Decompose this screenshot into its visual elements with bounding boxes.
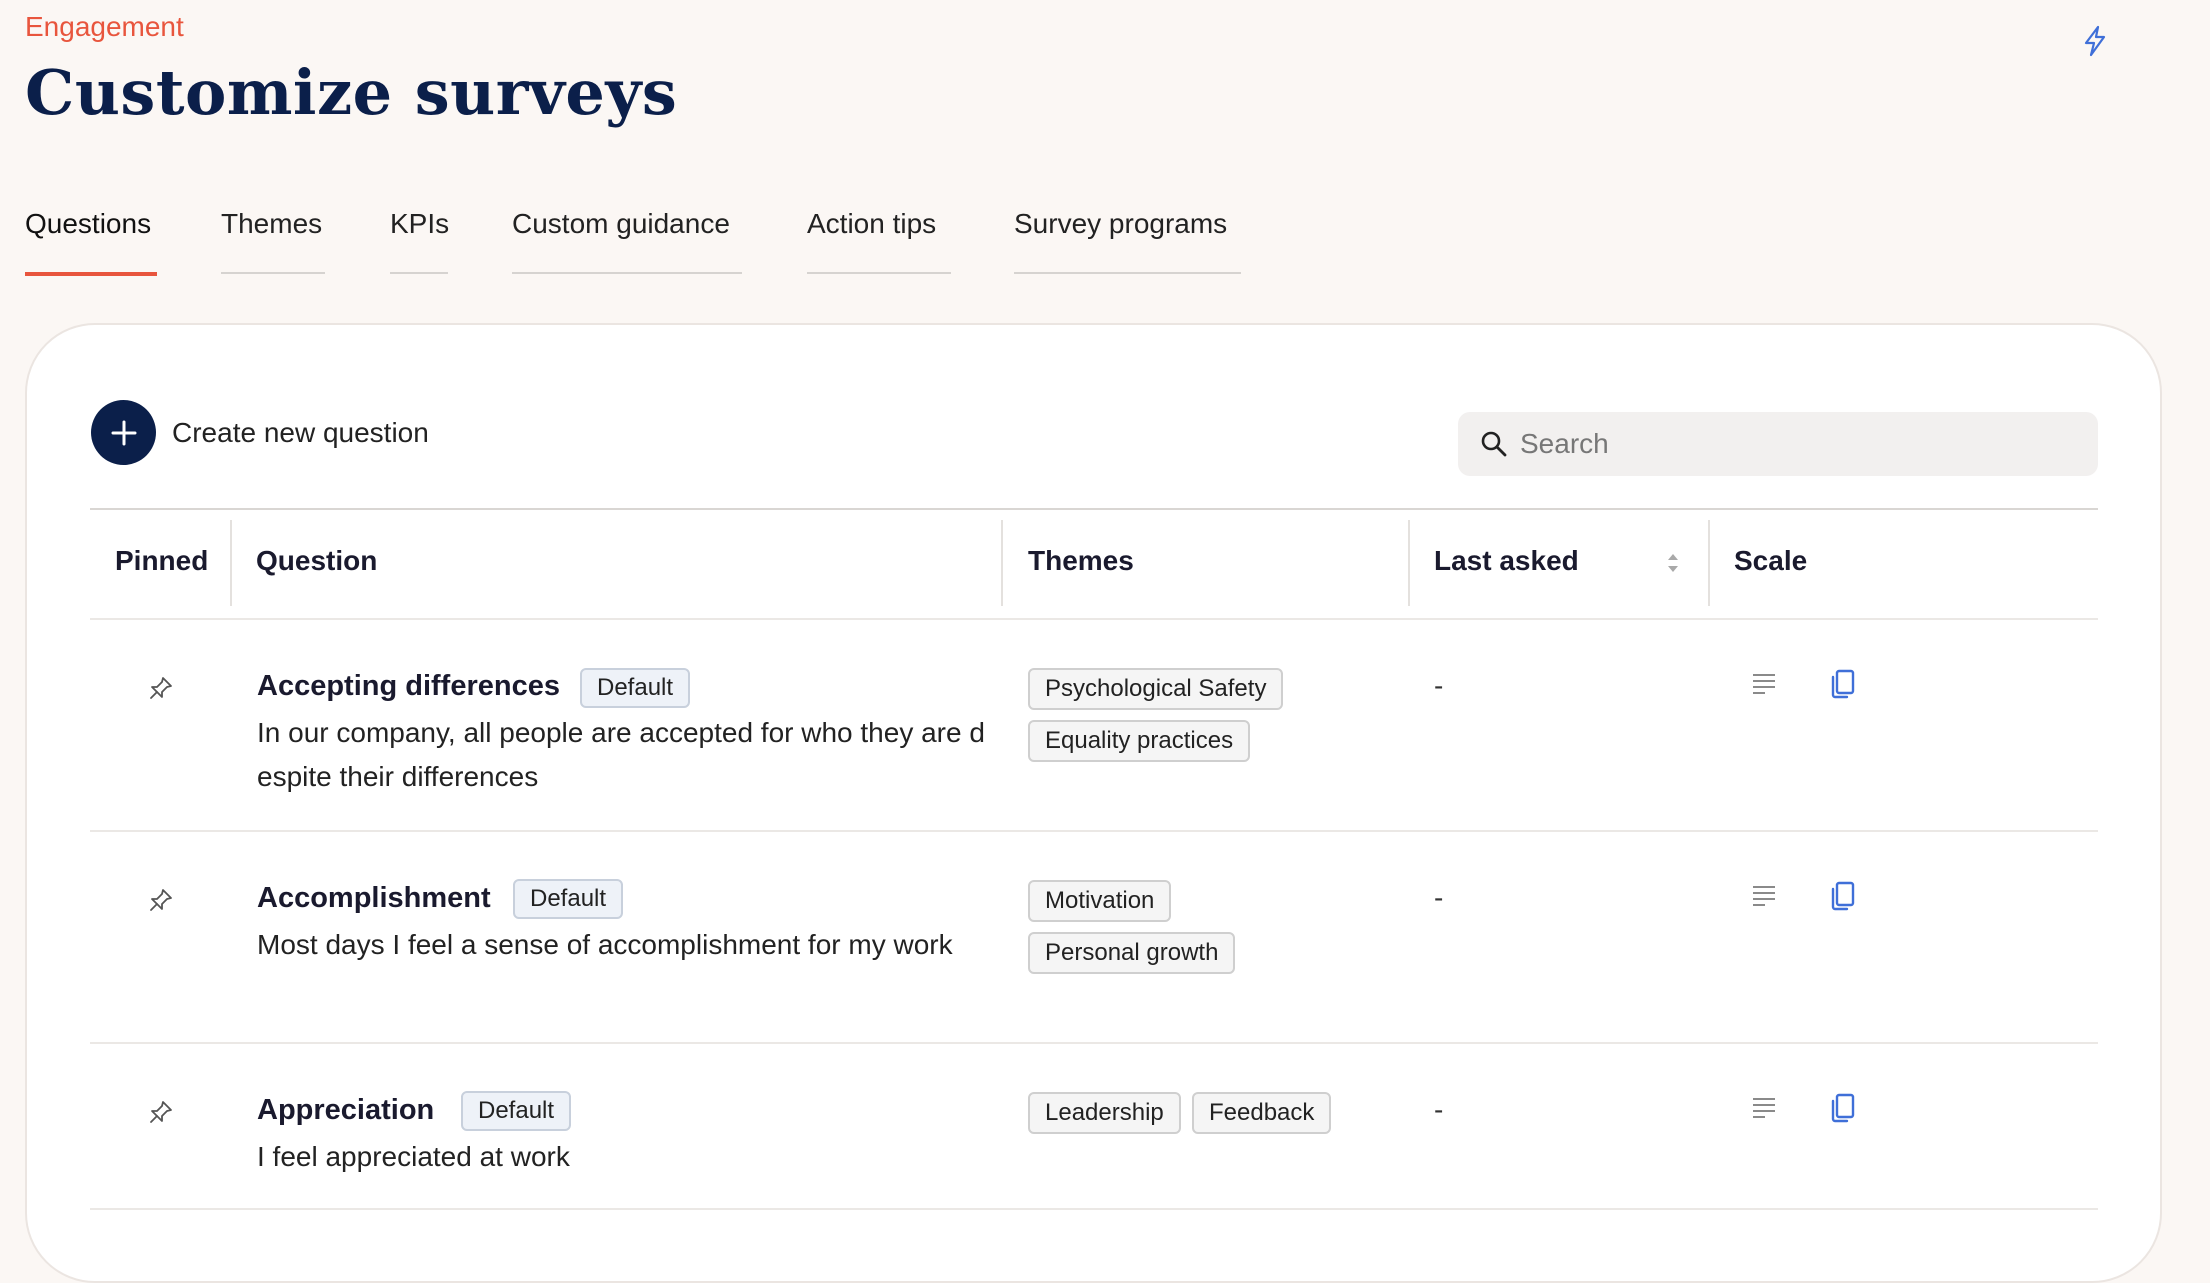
search-icon <box>1481 431 1507 457</box>
sort-icon[interactable] <box>1666 551 1680 575</box>
eyebrow-label: Engagement <box>25 11 184 42</box>
default-badge: Default <box>580 668 691 708</box>
page-title: Customize surveys <box>25 56 678 129</box>
row-divider <box>90 1208 2098 1210</box>
theme-tag: Motivation <box>1028 880 1172 922</box>
theme-tag: Personal growth <box>1028 932 1236 974</box>
col-header-themes: Themes <box>1028 545 1134 576</box>
pin-icon[interactable] <box>148 887 174 913</box>
last-asked-value: - <box>1434 1094 1444 1125</box>
search-input[interactable] <box>1518 427 2062 461</box>
tab-kpis[interactable]: KPIs <box>390 208 449 274</box>
create-question-button[interactable]: Create new question <box>91 400 429 465</box>
tab-questions[interactable]: Questions <box>25 208 157 276</box>
row-divider <box>90 830 2098 832</box>
last-asked-value: - <box>1434 670 1444 701</box>
theme-tag: Leadership <box>1028 1092 1181 1134</box>
col-header-pinned: Pinned <box>115 545 209 576</box>
theme-tag: Psychological Safety <box>1028 668 1284 710</box>
column-divider <box>1408 520 1410 606</box>
copy-icon[interactable] <box>1829 1092 1857 1124</box>
search-box[interactable] <box>1458 412 2098 476</box>
row-divider <box>90 1042 2098 1044</box>
question-title: Accomplishment <box>257 882 491 914</box>
col-header-question: Question <box>256 545 378 576</box>
create-question-label: Create new question <box>172 416 429 448</box>
question-title: Accepting differences <box>257 670 560 702</box>
col-header-last-asked[interactable]: Last asked <box>1434 545 1579 577</box>
col-header-scale: Scale <box>1734 545 1808 576</box>
pin-icon[interactable] <box>148 675 174 701</box>
plus-icon <box>91 400 156 465</box>
copy-icon[interactable] <box>1829 668 1857 700</box>
header-divider <box>90 508 2098 510</box>
lightning-bolt-icon[interactable] <box>2081 25 2109 57</box>
default-badge: Default <box>461 1091 572 1131</box>
last-asked-value: - <box>1434 882 1444 913</box>
question-text: In our company, all people are accepted … <box>257 717 985 792</box>
tab-action-tips[interactable]: Action tips <box>807 208 951 274</box>
text-scale-icon[interactable] <box>1751 884 1777 908</box>
tab-custom-guidance[interactable]: Custom guidance <box>512 208 742 274</box>
question-title: Appreciation <box>257 1094 435 1126</box>
column-divider <box>1708 520 1710 606</box>
question-text: I feel appreciated at work <box>257 1141 570 1172</box>
default-badge: Default <box>513 879 624 919</box>
question-text: Most days I feel a sense of accomplishme… <box>257 929 953 960</box>
text-scale-icon[interactable] <box>1751 1096 1777 1120</box>
tab-survey-programs[interactable]: Survey programs <box>1014 208 1241 274</box>
text-scale-icon[interactable] <box>1751 672 1777 696</box>
row-divider <box>90 618 2098 620</box>
pin-icon[interactable] <box>148 1099 174 1125</box>
column-divider <box>1001 520 1003 606</box>
theme-tag: Feedback <box>1192 1092 1332 1134</box>
tab-themes[interactable]: Themes <box>221 208 325 274</box>
column-divider <box>230 520 232 606</box>
theme-tag: Equality practices <box>1028 720 1251 762</box>
copy-icon[interactable] <box>1829 880 1857 912</box>
